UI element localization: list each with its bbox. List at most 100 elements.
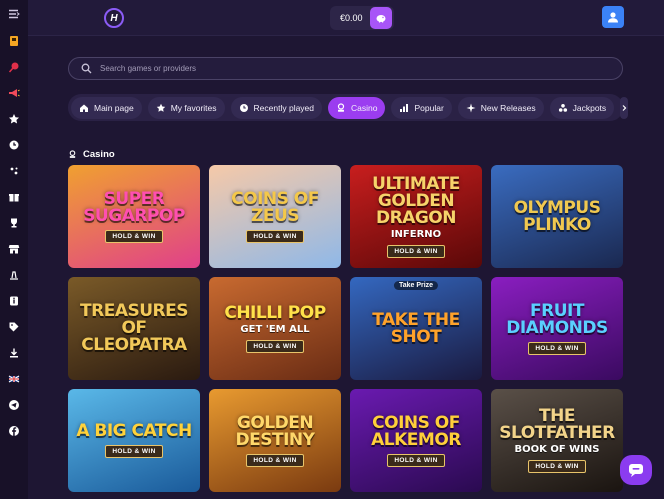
- popular-icon: [400, 103, 409, 112]
- user-account-button[interactable]: [602, 6, 624, 28]
- tab-main-page[interactable]: Main page: [71, 96, 142, 119]
- tab-label: Casino: [351, 102, 378, 113]
- new-icon: [466, 103, 476, 112]
- live-chat-button[interactable]: [620, 455, 652, 485]
- sidebar-item-slots[interactable]: [0, 158, 28, 184]
- game-card[interactable]: COINS OF ZEUS HOLD & WIN: [209, 165, 341, 268]
- game-card[interactable]: CHILLI POP GET 'EM ALL HOLD & WIN: [209, 277, 341, 380]
- recent-icon: [9, 140, 19, 150]
- game-card[interactable]: SUPER SUGARPOP HOLD & WIN: [68, 165, 200, 268]
- casino-icon: [337, 102, 345, 112]
- tab-label: Popular: [414, 102, 444, 113]
- sidebar-item-favorites[interactable]: [0, 106, 28, 132]
- info-icon: [10, 296, 18, 306]
- sidebar-item-promo[interactable]: [0, 28, 28, 54]
- game-title: FRUIT DIAMONDS: [506, 300, 608, 338]
- sidebar-item-facebook[interactable]: [0, 418, 28, 444]
- sidebar-item-promotions[interactable]: [0, 80, 28, 106]
- deposit-button[interactable]: [370, 7, 392, 29]
- ticket-icon: [10, 36, 18, 46]
- tab-new-releases[interactable]: New Releases: [457, 96, 544, 119]
- game-badge: HOLD & WIN: [387, 244, 445, 258]
- game-title: A BIG CATCH: [76, 421, 192, 441]
- game-badge: HOLD & WIN: [387, 453, 445, 467]
- tag-icon: [9, 322, 19, 332]
- sidebar: [0, 0, 28, 499]
- game-card[interactable]: COINS OF ALKEMOR HOLD & WIN: [350, 389, 482, 492]
- game-card[interactable]: GOLDEN DESTINY HOLD & WIN: [209, 389, 341, 492]
- tabs-scroll-right-button[interactable]: [620, 96, 629, 119]
- sidebar-item-shop[interactable]: [0, 236, 28, 262]
- game-card[interactable]: THE SLOTFATHER BOOK OF WINS HOLD & WIN: [491, 389, 623, 492]
- game-badge: HOLD & WIN: [528, 341, 586, 355]
- sidebar-item-download[interactable]: [0, 340, 28, 366]
- search-icon: [81, 63, 92, 74]
- sidebar-item-vip[interactable]: [0, 262, 28, 288]
- game-card[interactable]: A BIG CATCH HOLD & WIN: [68, 389, 200, 492]
- balance-amount: €0.00: [340, 13, 363, 23]
- chat-icon: [629, 464, 643, 477]
- game-card[interactable]: ULTIMATE GOLDEN DRAGON INFERNO HOLD & WIN: [350, 165, 482, 268]
- chevron-right-icon: [622, 104, 627, 111]
- search-bar[interactable]: [68, 57, 623, 80]
- section-title: Casino: [83, 148, 115, 160]
- menu-icon: [9, 9, 20, 19]
- game-title: COINS OF ZEUS: [231, 188, 319, 226]
- tab-casino[interactable]: Casino: [328, 96, 386, 119]
- casino-icon: [69, 149, 76, 158]
- game-title: ULTIMATE GOLDEN DRAGON: [372, 173, 460, 228]
- facebook-icon: [9, 426, 19, 436]
- game-badge: HOLD & WIN: [246, 339, 304, 353]
- game-title: CHILLI POP: [224, 302, 326, 323]
- game-title: TAKE THE SHOT: [372, 309, 460, 347]
- game-title: THE SLOTFATHER: [499, 406, 615, 443]
- game-card[interactable]: Take Prize TAKE THE SHOT: [350, 277, 482, 380]
- tab-recently-played[interactable]: Recently played: [230, 96, 323, 119]
- sidebar-item-language[interactable]: [0, 366, 28, 392]
- game-title: TREASURES OF CLEOPATRA: [80, 301, 188, 355]
- tab-popular[interactable]: Popular: [391, 96, 452, 119]
- sidebar-item-tags[interactable]: [0, 314, 28, 340]
- game-title: OLYMPUS PLINKO: [513, 197, 601, 235]
- game-subtitle: BOOK OF WINS: [514, 444, 600, 455]
- pin-icon: [8, 62, 19, 73]
- home-icon: [80, 104, 88, 112]
- tab-label: Jackpots: [572, 102, 607, 113]
- game-title: COINS OF ALKEMOR: [371, 412, 461, 450]
- balance-widget[interactable]: €0.00: [330, 6, 394, 30]
- search-input[interactable]: [100, 64, 500, 73]
- wallet-icon: [376, 15, 386, 23]
- jackpot-icon: [558, 103, 567, 112]
- tab-jackpots[interactable]: Jackpots: [549, 96, 615, 119]
- site-logo[interactable]: H: [104, 8, 124, 28]
- game-title: GOLDEN DESTINY: [235, 412, 315, 450]
- sidebar-item-tournaments[interactable]: [0, 210, 28, 236]
- megaphone-icon: [9, 89, 20, 97]
- dice-icon: [10, 167, 18, 175]
- star-icon: [9, 114, 19, 124]
- tab-my-favorites[interactable]: My favorites: [147, 96, 225, 119]
- tab-label: My favorites: [170, 102, 217, 113]
- sidebar-item-sports[interactable]: [0, 54, 28, 80]
- download-icon: [10, 348, 18, 358]
- tab-label: Recently played: [253, 102, 315, 113]
- game-title: SUPER SUGARPOP: [83, 188, 185, 226]
- menu-toggle[interactable]: [0, 0, 28, 28]
- game-card[interactable]: OLYMPUS PLINKO: [491, 165, 623, 268]
- user-icon: [608, 12, 618, 23]
- section-header: Casino: [68, 147, 115, 161]
- game-card[interactable]: TREASURES OF CLEOPATRA: [68, 277, 200, 380]
- sidebar-item-telegram[interactable]: [0, 392, 28, 418]
- sidebar-item-gifts[interactable]: [0, 184, 28, 210]
- tab-label: New Releases: [480, 102, 536, 113]
- game-badge: HOLD & WIN: [246, 453, 304, 467]
- top-bar: H €0.00: [28, 0, 664, 36]
- game-subtitle: GET 'EM ALL: [240, 323, 310, 335]
- sidebar-item-recent[interactable]: [0, 132, 28, 158]
- sidebar-item-info[interactable]: [0, 288, 28, 314]
- game-badge: HOLD & WIN: [246, 229, 304, 243]
- game-card[interactable]: FRUIT DIAMONDS HOLD & WIN: [491, 277, 623, 380]
- tab-label: Main page: [94, 102, 134, 113]
- logo-letter: H: [110, 12, 118, 24]
- game-badge: HOLD & WIN: [528, 460, 586, 473]
